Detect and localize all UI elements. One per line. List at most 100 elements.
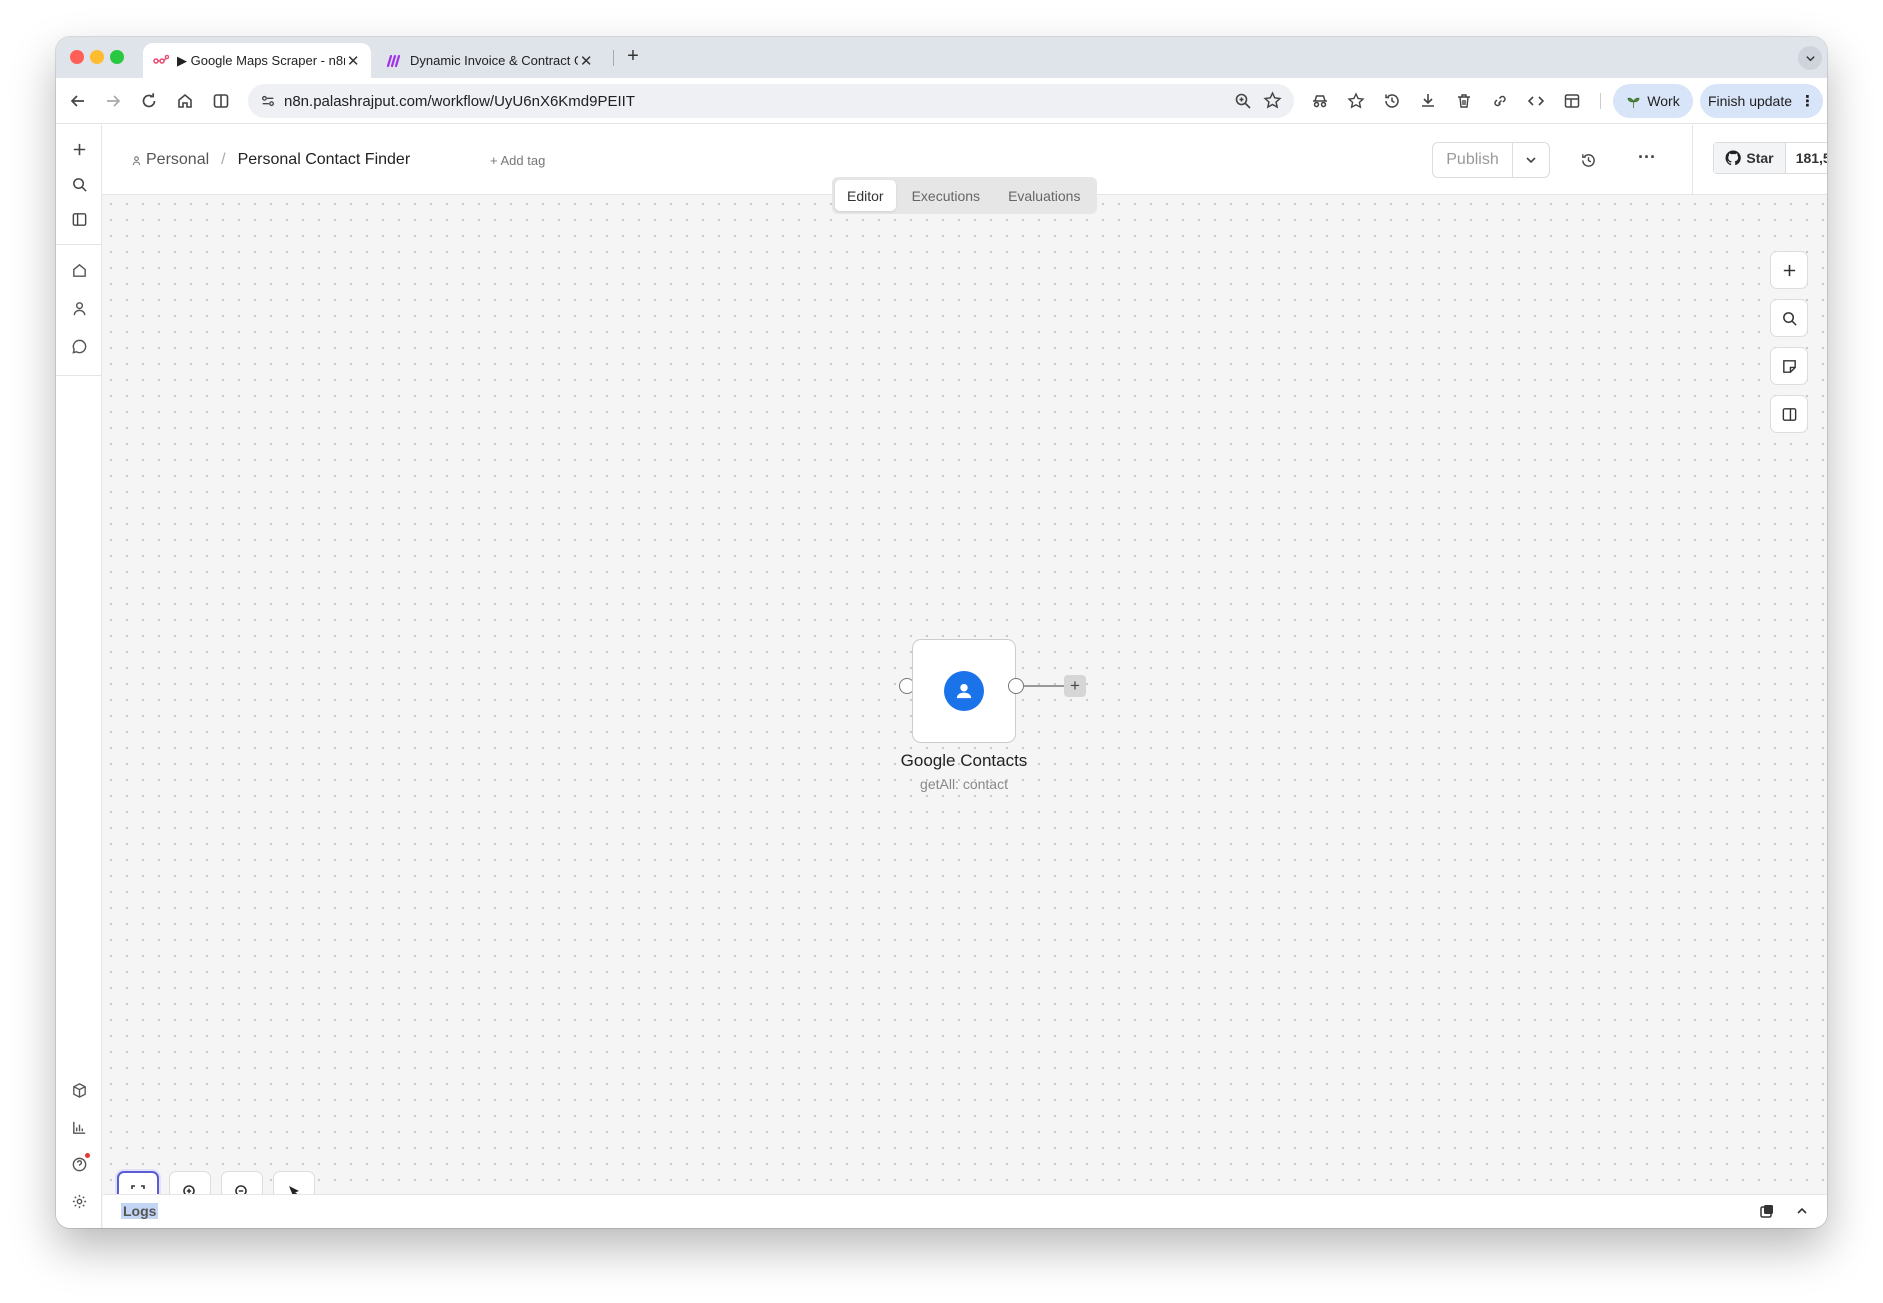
make-logo-icon xyxy=(386,54,402,68)
node-google-contacts[interactable] xyxy=(912,639,1016,743)
browser-tab-active[interactable]: ▶ Google Maps Scraper - n8n ✕ xyxy=(143,43,371,78)
bookmark-star-icon[interactable] xyxy=(1263,91,1282,114)
main-sidebar xyxy=(56,125,102,1228)
history-icon xyxy=(1385,94,1399,108)
tab-evaluations[interactable]: Evaluations xyxy=(996,180,1092,211)
close-tab-icon[interactable]: ✕ xyxy=(578,52,594,70)
gear-icon xyxy=(72,1194,86,1208)
download-icon xyxy=(1422,94,1434,107)
pop-out-logs-icon[interactable] xyxy=(1759,1203,1775,1224)
zoom-window-button[interactable] xyxy=(110,50,124,64)
plus-icon xyxy=(73,143,85,155)
workflow-name[interactable]: Personal Contact Finder xyxy=(238,151,411,169)
link-icon xyxy=(1494,95,1506,107)
downloads-button[interactable] xyxy=(1415,88,1441,114)
site-settings-icon[interactable] xyxy=(260,93,276,109)
browser-tab[interactable]: Dynamic Invoice & Contract Generator ✕ xyxy=(376,43,604,78)
publish-button[interactable]: Publish xyxy=(1433,143,1513,177)
chevron-up-icon[interactable] xyxy=(1795,1204,1809,1223)
create-button[interactable] xyxy=(67,137,91,161)
new-tab-icon[interactable]: + xyxy=(620,45,646,71)
address-bar[interactable]: n8n.palashrajput.com/workflow/UyU6nX6Kmd… xyxy=(248,84,1294,118)
tab-editor[interactable]: Editor xyxy=(835,180,896,211)
nav-divider xyxy=(56,375,102,376)
tab-title: ▶ Google Maps Scraper - n8n xyxy=(177,52,346,68)
sidebar-item-help[interactable] xyxy=(67,1152,91,1176)
workflow-history-button[interactable] xyxy=(1577,149,1599,171)
trash-icon xyxy=(1458,94,1470,108)
back-button[interactable] xyxy=(65,88,91,114)
node-name: Google Contacts xyxy=(900,751,1028,770)
delete-button[interactable] xyxy=(1451,88,1477,114)
notification-dot xyxy=(85,1153,90,1158)
sidebar-item-insights[interactable] xyxy=(67,1115,91,1139)
home-button[interactable] xyxy=(172,88,198,114)
sidebar-item-personal[interactable] xyxy=(67,296,91,320)
n8n-app: Personal / Personal Contact Finder + Add… xyxy=(56,125,1827,1228)
split-view-button[interactable] xyxy=(208,88,234,114)
view-switcher: Editor Executions Evaluations xyxy=(832,177,1097,214)
tab-title: Dynamic Invoice & Contract Generator xyxy=(410,53,578,68)
bar-chart-icon xyxy=(72,1121,85,1134)
minimize-window-button[interactable] xyxy=(90,50,104,64)
home-icon xyxy=(178,93,192,108)
add-next-node-button[interactable]: + xyxy=(1064,675,1086,697)
forward-button[interactable] xyxy=(100,88,126,114)
copy-link-button[interactable] xyxy=(1487,88,1513,114)
history-icon xyxy=(1581,153,1595,167)
toggle-sidebar-button[interactable] xyxy=(67,207,91,231)
n8n-logo-icon xyxy=(153,54,170,68)
update-label: Finish update xyxy=(1707,93,1793,109)
sidebar-item-templates[interactable] xyxy=(67,1078,91,1102)
add-sticky-note-button[interactable] xyxy=(1770,347,1808,385)
url-text: n8n.palashrajput.com/workflow/UyU6nX6Kmd… xyxy=(284,92,635,110)
code-icon xyxy=(1527,96,1545,106)
add-tag-button[interactable]: + Add tag xyxy=(490,153,545,168)
toggle-panel-button[interactable] xyxy=(1770,395,1808,433)
browser-tab-strip: ▶ Google Maps Scraper - n8n ✕ Dynamic In… xyxy=(56,37,1827,78)
panel-left-icon xyxy=(72,212,86,226)
close-window-button[interactable] xyxy=(70,50,84,64)
tab-executions[interactable]: Executions xyxy=(900,180,992,211)
bookmarks-button[interactable] xyxy=(1343,88,1369,114)
search-button[interactable] xyxy=(67,172,91,196)
layout-icon xyxy=(1564,94,1580,108)
logs-label[interactable]: Logs xyxy=(121,1203,159,1219)
search-nodes-button[interactable] xyxy=(1770,299,1808,337)
close-tab-icon[interactable]: ✕ xyxy=(345,52,361,70)
history-button[interactable] xyxy=(1379,88,1405,114)
tab-search-button[interactable] xyxy=(1798,46,1822,70)
sidebar-item-settings[interactable] xyxy=(67,1189,91,1213)
plant-avatar-icon xyxy=(1627,97,1640,108)
breadcrumb-project[interactable]: Personal xyxy=(146,151,209,169)
node-output-connector xyxy=(1024,685,1064,687)
side-panel-button[interactable] xyxy=(1559,88,1585,114)
more-actions-icon[interactable]: ··· xyxy=(1634,147,1660,173)
profile-button[interactable]: Work xyxy=(1613,84,1693,118)
zoom-page-icon[interactable] xyxy=(1234,92,1252,114)
node-output-handle[interactable] xyxy=(1008,678,1024,694)
user-icon xyxy=(73,301,85,315)
add-node-button[interactable] xyxy=(1770,251,1808,289)
arrow-left-icon xyxy=(70,95,84,107)
incognito-icon xyxy=(1313,95,1327,108)
github-star-label: Star xyxy=(1746,150,1774,166)
toolbar-divider xyxy=(1600,93,1601,109)
browser-window: ▶ Google Maps Scraper - n8n ✕ Dynamic In… xyxy=(56,37,1827,1228)
github-star-button[interactable]: Star xyxy=(1714,143,1786,173)
node-subtitle: getAll: contact xyxy=(920,776,1008,792)
reload-button[interactable] xyxy=(136,88,162,114)
search-icon xyxy=(72,177,87,192)
publish-options-button[interactable] xyxy=(1513,143,1549,177)
search-icon xyxy=(1782,311,1797,326)
sidebar-item-chat[interactable] xyxy=(67,334,91,358)
devtools-button[interactable] xyxy=(1523,88,1549,114)
panel-right-icon xyxy=(1782,407,1796,421)
sidebar-item-overview[interactable] xyxy=(67,258,91,282)
github-star-widget[interactable]: Star 181,512 xyxy=(1713,142,1827,174)
browser-toolbar: n8n.palashrajput.com/workflow/UyU6nX6Kmd… xyxy=(56,78,1827,124)
user-icon xyxy=(132,155,141,165)
extension-incognito-button[interactable] xyxy=(1307,88,1333,114)
tab-divider xyxy=(613,50,614,66)
finish-update-button[interactable]: Finish update ⋮ xyxy=(1700,84,1823,118)
